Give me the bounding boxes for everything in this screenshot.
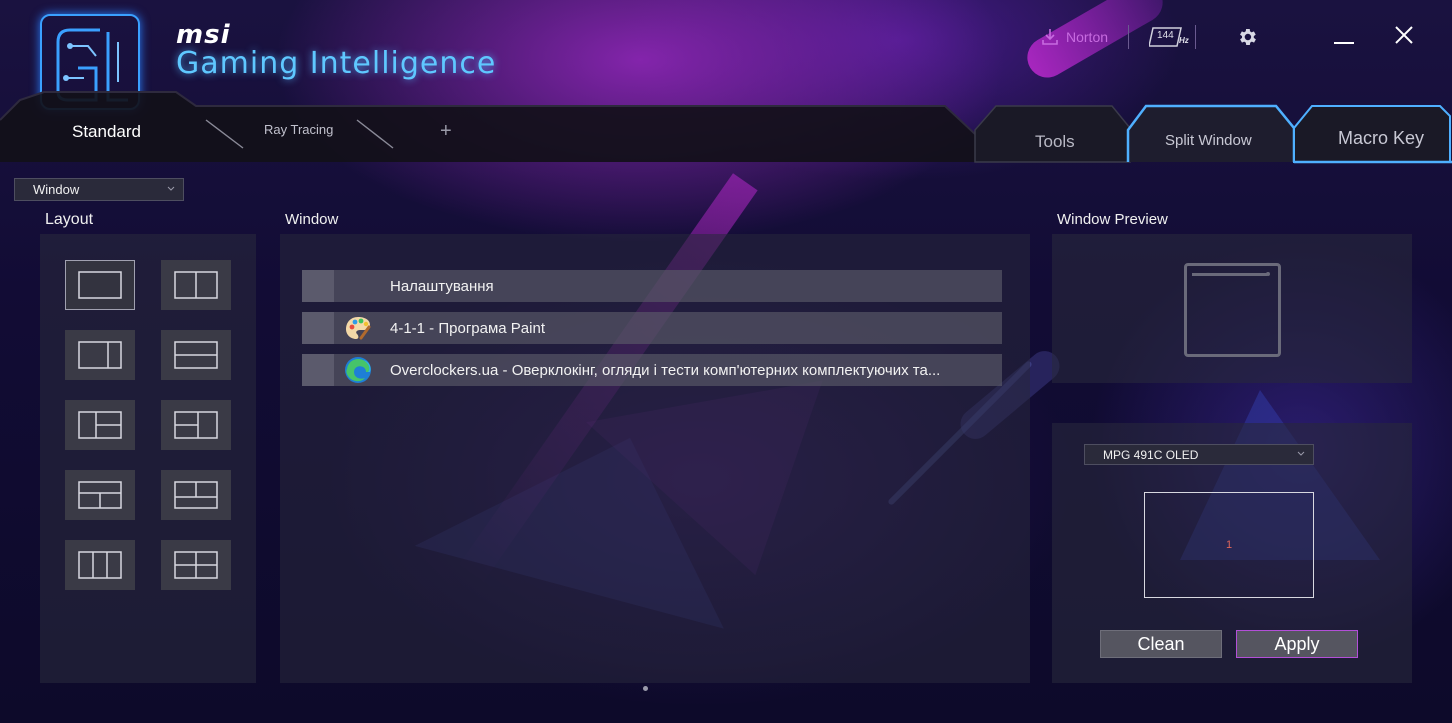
tab-macro-key[interactable]: Macro Key xyxy=(1338,128,1424,149)
layout-three-columns[interactable] xyxy=(65,540,135,590)
paint-palette-icon xyxy=(343,313,373,343)
mode-select-value: Window xyxy=(33,182,80,197)
layout-top-plus-two-bottom[interactable] xyxy=(65,470,135,520)
window-preview-heading: Window Preview xyxy=(1057,211,1168,228)
window-heading: Window xyxy=(285,211,339,228)
layout-two-rows-icon xyxy=(174,341,218,369)
zone-number: 1 xyxy=(1225,539,1233,551)
tab-bar: Standard Ray Tracing + Tools Split Windo… xyxy=(0,90,1452,164)
layout-two-left-plus-right-icon xyxy=(174,411,218,439)
tab-tools[interactable]: Tools xyxy=(1035,132,1075,152)
layout-two-top-plus-bottom-icon xyxy=(174,481,218,509)
clean-button[interactable]: Clean xyxy=(1100,630,1222,658)
preview-title-bar xyxy=(1192,273,1267,276)
monitor-zone-map[interactable]: 1 xyxy=(1144,492,1314,598)
preview-dot xyxy=(1266,272,1270,276)
window-list-item[interactable]: Налаштування xyxy=(302,270,1002,302)
apply-button[interactable]: Apply xyxy=(1236,630,1358,658)
tab-ray-tracing[interactable]: Ray Tracing xyxy=(264,122,333,137)
tab-bar-frame xyxy=(0,91,1452,164)
window-title: Overclockers.ua - Оверклокінг, огляди і … xyxy=(390,361,941,379)
layout-heading: Layout xyxy=(45,211,94,228)
layout-two-columns[interactable] xyxy=(161,260,231,310)
monitor-select-value: MPG 491C OLED xyxy=(1103,447,1199,462)
divider xyxy=(1195,25,1197,49)
layout-quad-icon xyxy=(174,551,218,579)
settings-app-icon xyxy=(343,271,373,301)
window-list-item[interactable]: 4-1-1 - Програма Paint xyxy=(302,312,1002,344)
refresh-rate-value: 144 xyxy=(1157,30,1174,41)
close-icon[interactable] xyxy=(1393,24,1415,46)
tab-split-window[interactable]: Split Window xyxy=(1165,132,1252,149)
add-tab-button[interactable]: + xyxy=(440,120,452,143)
layout-wide-left-icon xyxy=(78,341,122,369)
window-preview-thumbnail xyxy=(1184,263,1281,357)
layout-three-columns-icon xyxy=(78,551,122,579)
layout-two-left-plus-right[interactable] xyxy=(161,400,231,450)
drag-handle[interactable] xyxy=(302,270,334,302)
brand-block: msi Gaming Intelligence xyxy=(176,20,496,81)
layout-single[interactable] xyxy=(65,260,135,310)
page-indicator-dot[interactable] xyxy=(643,686,648,691)
chevron-down-icon xyxy=(167,186,175,191)
mode-select[interactable]: Window xyxy=(14,178,184,201)
app-title: Gaming Intelligence xyxy=(176,46,497,81)
layout-wide-left[interactable] xyxy=(65,330,135,380)
monitor-select[interactable]: MPG 491C OLED xyxy=(1084,444,1314,465)
minimize-icon[interactable] xyxy=(1333,24,1355,46)
window-title: 4-1-1 - Програма Paint xyxy=(390,319,545,337)
drag-handle[interactable] xyxy=(302,354,334,386)
layout-left-plus-two-right-icon xyxy=(78,411,122,439)
window-list-item[interactable]: Overclockers.ua - Оверклокінг, огляди і … xyxy=(302,354,1002,386)
window-title: Налаштування xyxy=(390,277,494,295)
layout-two-rows[interactable] xyxy=(161,330,231,380)
layout-top-plus-two-bottom-icon xyxy=(78,481,122,509)
norton-download-button[interactable]: Norton xyxy=(1040,27,1108,47)
layout-two-columns-icon xyxy=(174,271,218,299)
divider xyxy=(1128,25,1130,49)
refresh-rate-button[interactable]: 144 Hz xyxy=(1148,26,1189,48)
norton-label: Norton xyxy=(1066,29,1109,45)
layout-two-top-plus-bottom[interactable] xyxy=(161,470,231,520)
drag-handle[interactable] xyxy=(302,312,334,344)
layout-left-plus-two-right[interactable] xyxy=(65,400,135,450)
layout-single-icon xyxy=(78,271,122,299)
download-icon xyxy=(1042,29,1058,45)
edge-browser-icon xyxy=(343,355,373,385)
tab-standard[interactable]: Standard xyxy=(72,122,141,142)
layout-quad[interactable] xyxy=(161,540,231,590)
refresh-rate-unit: Hz xyxy=(1179,36,1189,45)
chevron-down-icon xyxy=(1297,451,1305,456)
gear-icon[interactable] xyxy=(1236,26,1258,48)
top-right-controls: Norton 144 Hz xyxy=(1040,22,1258,52)
